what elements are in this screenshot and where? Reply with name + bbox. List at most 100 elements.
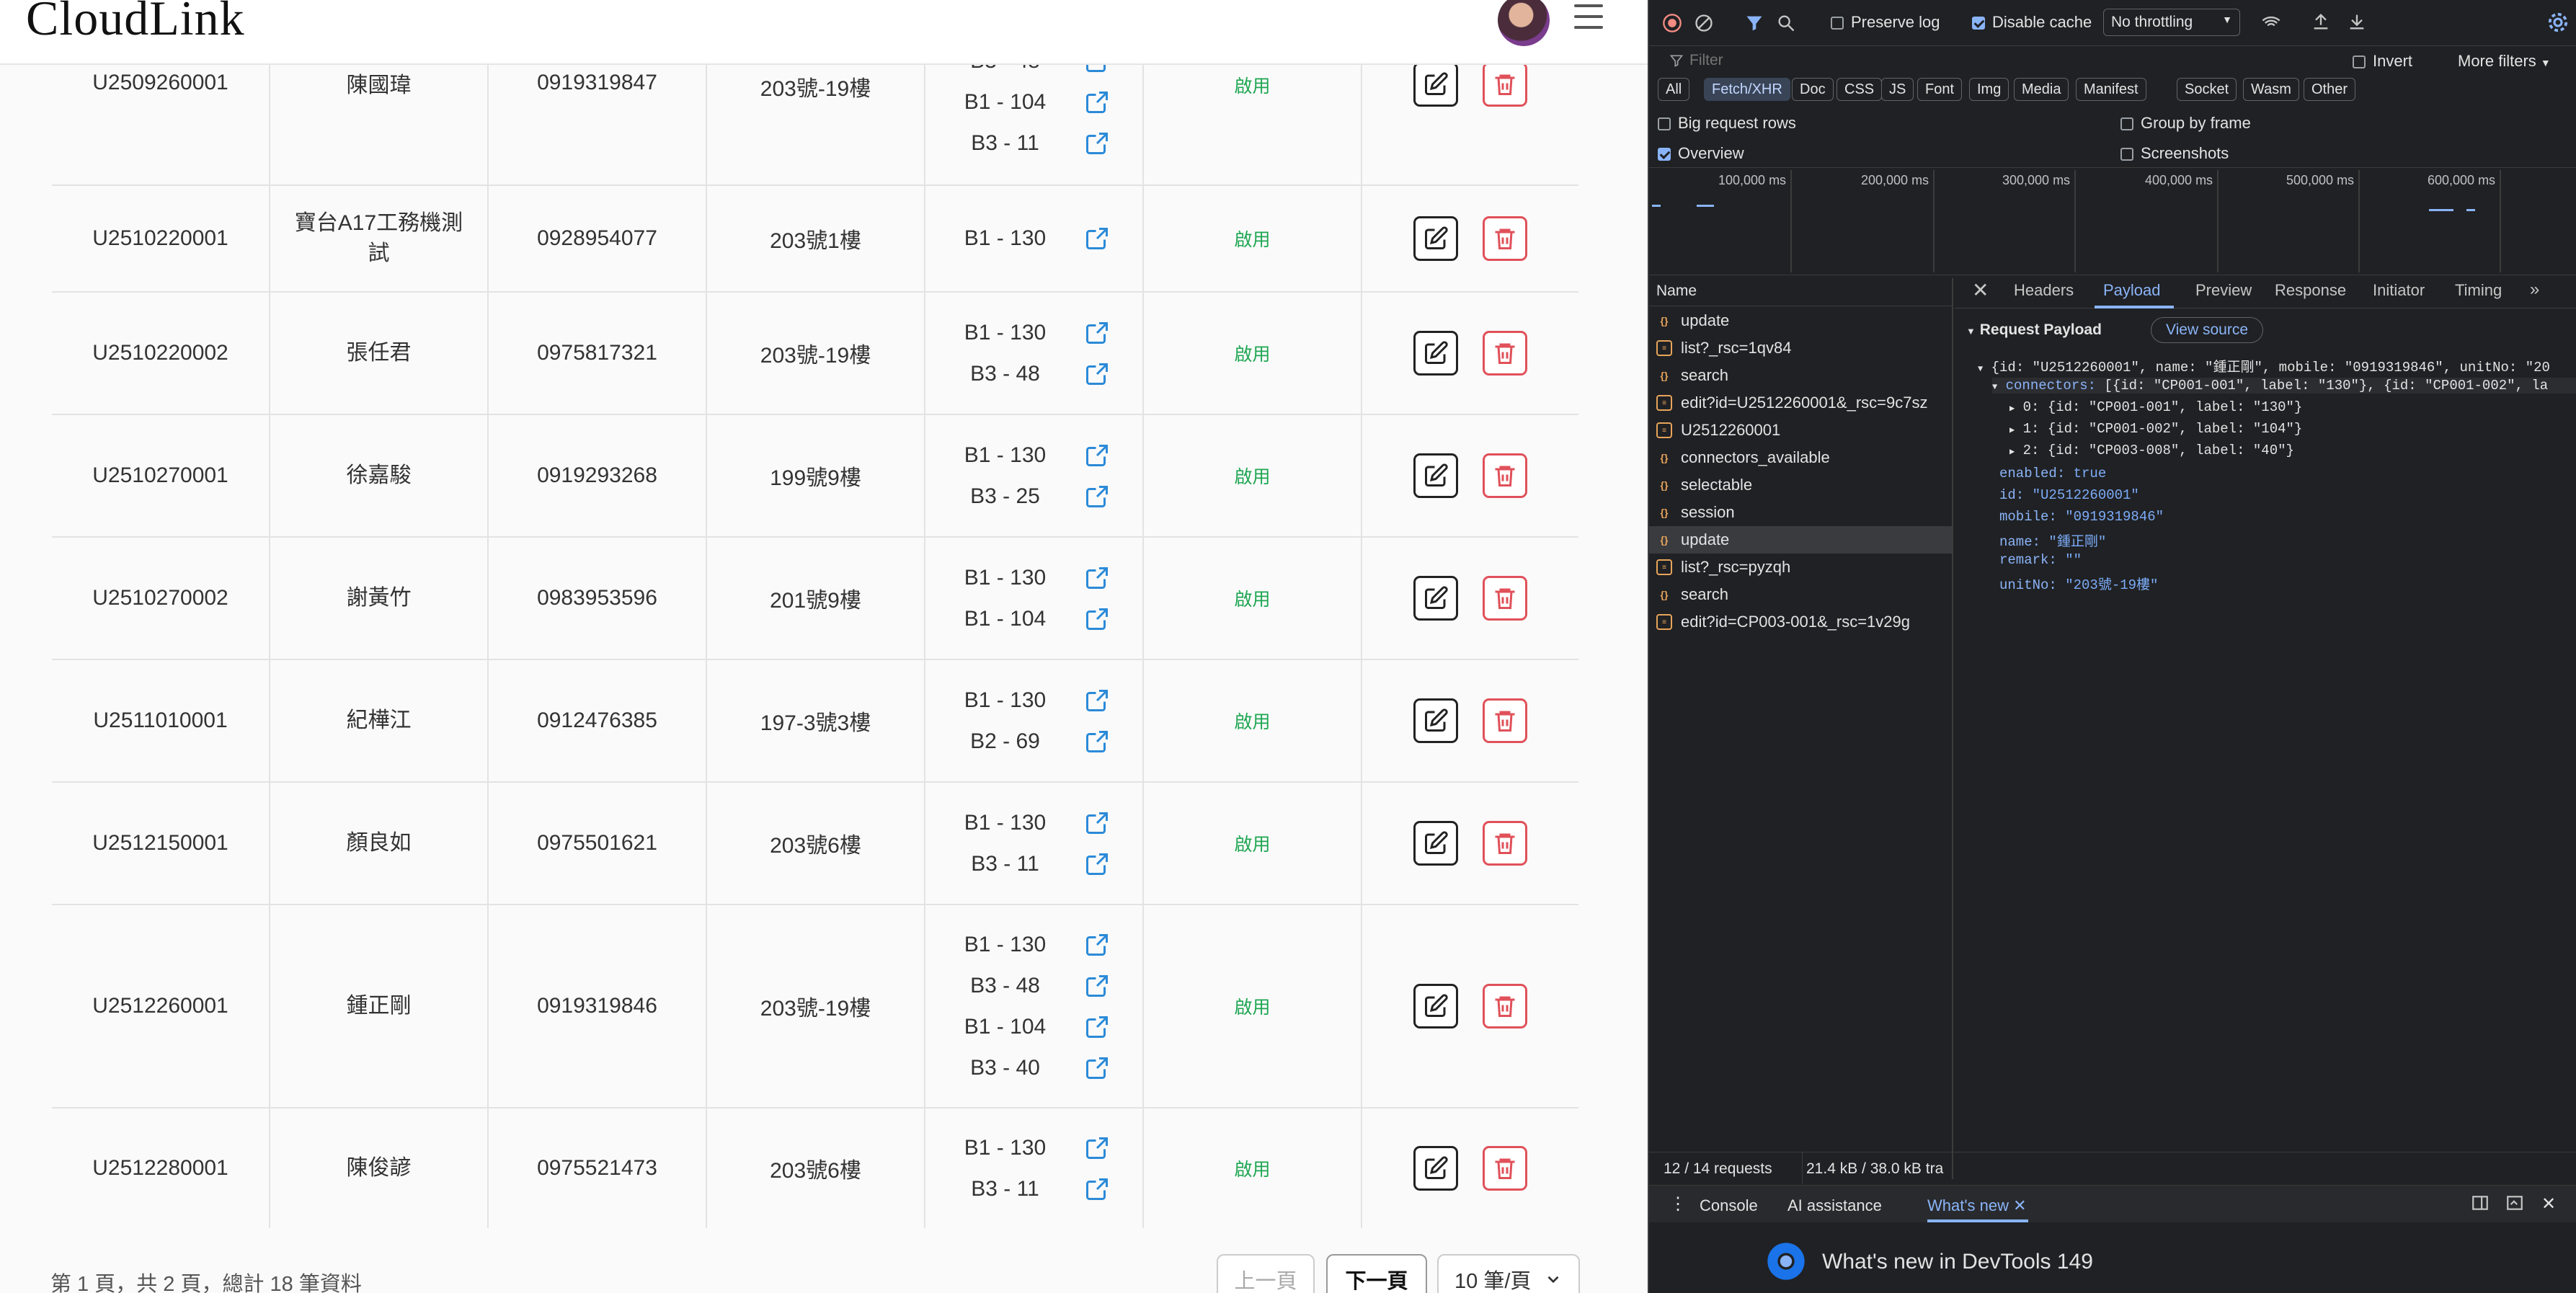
delete-button[interactable] xyxy=(1483,821,1527,866)
payload-connectors-line[interactable]: ▼ connectors: [{id: "CP001-001", label: … xyxy=(1992,378,2576,394)
external-link-icon[interactable] xyxy=(1084,932,1110,958)
request-row[interactable]: {} selectable xyxy=(1649,471,1952,499)
clear-icon[interactable] xyxy=(1694,13,1714,33)
request-row[interactable]: {} connectors_available xyxy=(1649,444,1952,471)
type-filter-socket[interactable]: Socket xyxy=(2177,78,2237,101)
network-conditions-icon[interactable] xyxy=(2260,13,2282,33)
close-drawer-icon[interactable]: ✕ xyxy=(2541,1194,2556,1214)
prev-page-button[interactable]: 上一頁 xyxy=(1217,1254,1315,1293)
drawer-tab-console[interactable]: Console xyxy=(1700,1196,1758,1215)
external-link-icon[interactable] xyxy=(1084,973,1110,999)
download-icon[interactable] xyxy=(2347,12,2367,32)
type-filter-js[interactable]: JS xyxy=(1881,78,1914,101)
throttling-select[interactable]: No throttling ▼ xyxy=(2103,9,2240,36)
big-request-rows-checkbox[interactable]: Big request rows xyxy=(1658,114,1796,133)
external-link-icon[interactable] xyxy=(1084,1014,1110,1040)
filter-icon[interactable] xyxy=(1744,13,1764,33)
edit-button[interactable] xyxy=(1413,453,1458,498)
request-row[interactable]: {} update xyxy=(1649,307,1952,334)
external-link-icon[interactable] xyxy=(1084,130,1110,156)
close-icon[interactable]: ✕ xyxy=(2013,1196,2026,1214)
delete-button[interactable] xyxy=(1483,984,1527,1028)
disable-cache-checkbox[interactable]: Disable cache xyxy=(1972,13,2092,32)
drawer-menu-icon[interactable]: ⋮ xyxy=(1669,1194,1687,1214)
type-filter-fetch-xhr[interactable]: Fetch/XHR xyxy=(1704,78,1790,101)
screenshots-checkbox[interactable]: Screenshots xyxy=(2120,144,2229,163)
request-row-selected[interactable]: {} update xyxy=(1649,526,1952,554)
close-icon[interactable]: ✕ xyxy=(1972,278,1989,302)
delete-button[interactable] xyxy=(1483,62,1527,107)
edit-button[interactable] xyxy=(1413,216,1458,261)
connector-entry[interactable]: ▶ 0: {id: "CP001-001", label: "130"} xyxy=(2009,399,2302,415)
edit-button[interactable] xyxy=(1413,821,1458,866)
external-link-icon[interactable] xyxy=(1084,226,1110,252)
external-link-icon[interactable] xyxy=(1084,89,1110,115)
more-tabs-chevron-icon[interactable]: » xyxy=(2530,280,2539,300)
drawer-tab-ai-assistance[interactable]: AI assistance xyxy=(1787,1196,1882,1215)
view-source-button[interactable]: View source xyxy=(2151,317,2264,343)
upload-icon[interactable] xyxy=(2311,12,2331,32)
avatar[interactable] xyxy=(1498,0,1550,46)
external-link-icon[interactable] xyxy=(1084,361,1110,387)
filter-input[interactable] xyxy=(1689,49,2122,72)
type-filter-other[interactable]: Other xyxy=(2304,78,2356,101)
external-link-icon[interactable] xyxy=(1084,729,1110,755)
external-link-icon[interactable] xyxy=(1084,443,1110,468)
edit-button[interactable] xyxy=(1413,1146,1458,1191)
hamburger-menu-icon[interactable] xyxy=(1574,4,1603,29)
type-filter-all[interactable]: All xyxy=(1658,78,1690,101)
request-row[interactable]: {} search xyxy=(1649,362,1952,389)
external-link-icon[interactable] xyxy=(1084,320,1110,346)
dock-side-icon[interactable] xyxy=(2471,1194,2490,1212)
payload-root-line[interactable]: ▼ {id: "U2512260001", name: "鍾正剛", mobil… xyxy=(1978,356,2550,376)
delete-button[interactable] xyxy=(1483,331,1527,376)
request-row[interactable]: ≡ list?_rsc=pyzqh xyxy=(1649,554,1952,581)
type-filter-css[interactable]: CSS xyxy=(1836,78,1883,101)
connector-entry[interactable]: ▶ 2: {id: "CP003-008", label: "40"} xyxy=(2009,443,2294,458)
type-filter-manifest[interactable]: Manifest xyxy=(2076,78,2146,101)
request-row[interactable]: ≡ U2512260001 xyxy=(1649,417,1952,444)
type-filter-img[interactable]: Img xyxy=(1969,78,2009,101)
external-link-icon[interactable] xyxy=(1084,688,1110,714)
request-row[interactable]: ≡ list?_rsc=1qv84 xyxy=(1649,334,1952,362)
request-row[interactable]: {} session xyxy=(1649,499,1952,526)
page-size-select[interactable]: 10 筆/頁 xyxy=(1437,1254,1580,1293)
request-row[interactable]: ≡ edit?id=CP003-001&_rsc=1v29g xyxy=(1649,608,1952,636)
type-filter-doc[interactable]: Doc xyxy=(1792,78,1834,101)
preserve-log-checkbox[interactable]: Preserve log xyxy=(1831,13,1940,32)
invert-checkbox[interactable]: Invert xyxy=(2353,52,2412,71)
delete-button[interactable] xyxy=(1483,453,1527,498)
tab-initiator[interactable]: Initiator xyxy=(2373,281,2425,300)
edit-button[interactable] xyxy=(1413,331,1458,376)
group-by-frame-checkbox[interactable]: Group by frame xyxy=(2120,114,2251,133)
edit-button[interactable] xyxy=(1413,62,1458,107)
type-filter-font[interactable]: Font xyxy=(1917,78,1963,101)
edit-button[interactable] xyxy=(1413,698,1458,743)
name-column-header[interactable]: Name xyxy=(1656,283,1697,300)
external-link-icon[interactable] xyxy=(1084,810,1110,836)
search-icon[interactable] xyxy=(1776,13,1796,33)
delete-button[interactable] xyxy=(1483,1146,1527,1191)
external-link-icon[interactable] xyxy=(1084,851,1110,877)
record-stop-icon[interactable] xyxy=(1662,13,1682,33)
tab-headers[interactable]: Headers xyxy=(2014,281,2074,300)
delete-button[interactable] xyxy=(1483,576,1527,621)
type-filter-wasm[interactable]: Wasm xyxy=(2243,78,2299,101)
more-filters-dropdown[interactable]: More filters ▼ xyxy=(2458,52,2551,71)
connector-entry[interactable]: ▶ 1: {id: "CP001-002", label: "104"} xyxy=(2009,421,2302,437)
tab-preview[interactable]: Preview xyxy=(2195,281,2252,300)
app-logo[interactable]: CloudLink xyxy=(26,0,245,47)
overview-checkbox[interactable]: Overview xyxy=(1658,144,1744,163)
request-row[interactable]: ≡ edit?id=U2512260001&_rsc=9c7sz xyxy=(1649,389,1952,417)
external-link-icon[interactable] xyxy=(1084,565,1110,591)
request-row[interactable]: {} search xyxy=(1649,581,1952,608)
tab-timing[interactable]: Timing xyxy=(2455,281,2502,300)
external-link-icon[interactable] xyxy=(1084,1135,1110,1161)
external-link-icon[interactable] xyxy=(1084,606,1110,632)
next-page-button[interactable]: 下一頁 xyxy=(1326,1254,1427,1293)
drawer-tab-whats-new[interactable]: What's new ✕ xyxy=(1927,1196,2027,1215)
request-payload-section[interactable]: ▼ Request Payload xyxy=(1966,321,2102,339)
edit-button[interactable] xyxy=(1413,984,1458,1028)
undock-icon[interactable] xyxy=(2505,1194,2524,1212)
external-link-icon[interactable] xyxy=(1084,1055,1110,1081)
